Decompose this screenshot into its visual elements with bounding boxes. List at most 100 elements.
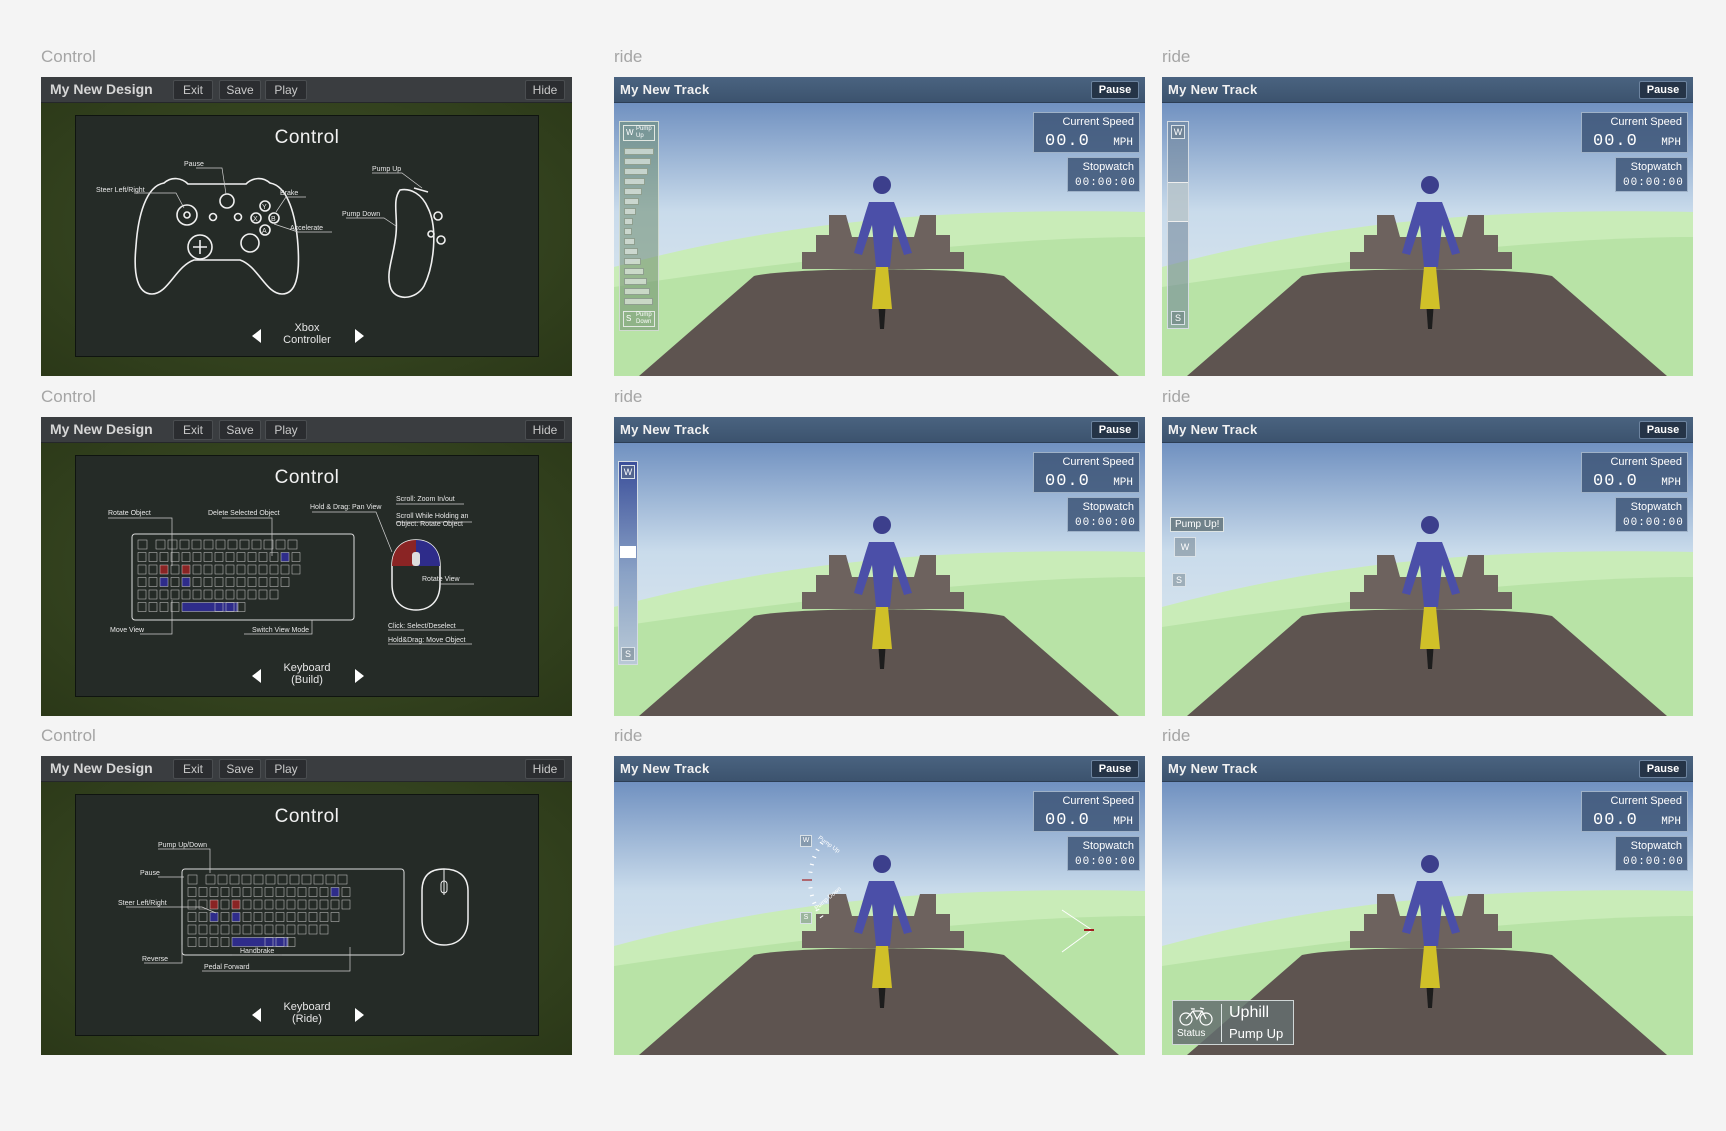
pause-button[interactable]: Pause [1091, 81, 1139, 99]
keyboard-key [181, 602, 239, 612]
keyboard-key [253, 887, 263, 897]
play-button[interactable]: Play [265, 759, 307, 779]
save-button[interactable]: Save [219, 420, 261, 440]
keyboard-key [187, 887, 197, 897]
label-steer: Steer Left/Right [96, 187, 145, 194]
keyboard-key [287, 539, 298, 550]
pump-meter-segment [624, 148, 654, 155]
ride-toolbar: My New Track Pause [614, 77, 1145, 103]
hide-button[interactable]: Hide [525, 759, 565, 779]
keyboard-key [220, 887, 230, 897]
w-key[interactable]: W [621, 465, 635, 479]
track-title: My New Track [1168, 761, 1258, 776]
keyboard-key [253, 874, 264, 885]
s-key[interactable]: S [621, 647, 635, 661]
ride-toolbar: My New Track Pause [1162, 417, 1693, 443]
keyboard-key [167, 539, 178, 550]
exit-button[interactable]: Exit [173, 759, 213, 779]
pause-button[interactable]: Pause [1639, 81, 1687, 99]
save-button[interactable]: Save [219, 80, 261, 100]
ride-panel-arc-gauge: My New Track Pause Current Speed 00.0 MPH S… [614, 756, 1145, 1055]
keyboard-key [286, 924, 296, 935]
stopwatch-readout: Stopwatch 00:00:00 [1615, 497, 1688, 532]
keyboard-key [192, 564, 202, 575]
slider-thumb[interactable] [1168, 182, 1188, 222]
pump-meter-segment [624, 188, 642, 195]
track-title: My New Track [1168, 82, 1258, 97]
label-scroll-hold-2: Object: Rotate Object [396, 521, 463, 528]
s-key[interactable]: S [1171, 311, 1185, 325]
keyboard-key [225, 577, 235, 587]
keyboard-key [258, 564, 268, 575]
pause-button[interactable]: Pause [1639, 760, 1687, 778]
keyboard-key [217, 874, 228, 885]
slider-thumb[interactable] [620, 546, 636, 558]
save-button[interactable]: Save [219, 759, 261, 779]
keyboard-key [253, 912, 263, 922]
keyboard-key [198, 924, 208, 935]
keyboard-key [214, 564, 224, 575]
keyboard-icon [131, 533, 355, 621]
keyboard-key [236, 577, 246, 587]
keyboard-key [251, 539, 262, 550]
keyboard-key [198, 887, 208, 897]
keyboard-key [148, 577, 158, 587]
svg-text:X: X [253, 216, 258, 223]
pause-button[interactable]: Pause [1639, 421, 1687, 439]
hide-button[interactable]: Hide [525, 80, 565, 100]
keyboard-key [220, 899, 230, 910]
w-key[interactable]: W Pump Up [623, 125, 655, 141]
s-key[interactable]: S [1172, 573, 1186, 587]
pump-slider[interactable]: W S [618, 461, 638, 665]
keyboard-key [203, 564, 213, 575]
speed-readout: Current Speed 00.0 MPH [1581, 452, 1688, 493]
keyboard-key [181, 552, 191, 562]
stopwatch-readout: Stopwatch 00:00:00 [1067, 157, 1140, 192]
keyboard-key [275, 539, 286, 550]
label-switch-view: Switch View Mode [252, 627, 309, 634]
keyboard-key [280, 577, 290, 587]
keyboard-key [280, 564, 290, 575]
w-key[interactable]: W [1174, 537, 1196, 557]
track-title: My New Track [620, 82, 710, 97]
stopwatch-readout: Stopwatch 00:00:00 [1615, 836, 1688, 871]
keyboard-key [170, 564, 180, 575]
play-button[interactable]: Play [265, 80, 307, 100]
label-click-select: Click: Select/Deselect [388, 623, 456, 630]
label-pedal: Pedal Forward [204, 964, 250, 971]
mouse-icon [391, 539, 441, 611]
keyboard-key [187, 937, 197, 947]
pump-slider[interactable]: W S [1167, 121, 1189, 329]
keyboard-key [148, 589, 158, 600]
pump-meter-segment [624, 158, 651, 165]
play-button[interactable]: Play [265, 420, 307, 440]
keyboard-key [192, 577, 202, 587]
control-board: Control Rotate Object Delete Selected Ob… [75, 455, 539, 697]
keyboard-key [220, 912, 230, 922]
keyboard-key [247, 564, 257, 575]
w-key[interactable]: W [1171, 125, 1185, 139]
keyboard-key [148, 564, 158, 575]
pump-meter-segment [624, 288, 650, 295]
exit-button[interactable]: Exit [173, 420, 213, 440]
keyboard-key [319, 899, 329, 910]
keyboard-key [231, 937, 289, 947]
keyboard-key [277, 874, 288, 885]
keyboard-key [215, 539, 226, 550]
keyboard-key [198, 912, 208, 922]
arc-gauge [802, 841, 1094, 953]
hide-button[interactable]: Hide [525, 420, 565, 440]
s-key[interactable]: S Pump Down [623, 311, 655, 327]
keyboard-key [253, 899, 263, 910]
label-accelerate: Accelerate [290, 225, 323, 232]
keyboard-key [275, 912, 285, 922]
keyboard-key [209, 887, 219, 897]
keyboard-key [236, 552, 246, 562]
label-rotate-view: Rotate View [422, 576, 461, 583]
exit-button[interactable]: Exit [173, 80, 213, 100]
keyboard-key [203, 539, 214, 550]
keyboard-key [286, 912, 296, 922]
keyboard-key [137, 589, 147, 600]
pause-button[interactable]: Pause [1091, 421, 1139, 439]
keyboard-key [286, 899, 296, 910]
